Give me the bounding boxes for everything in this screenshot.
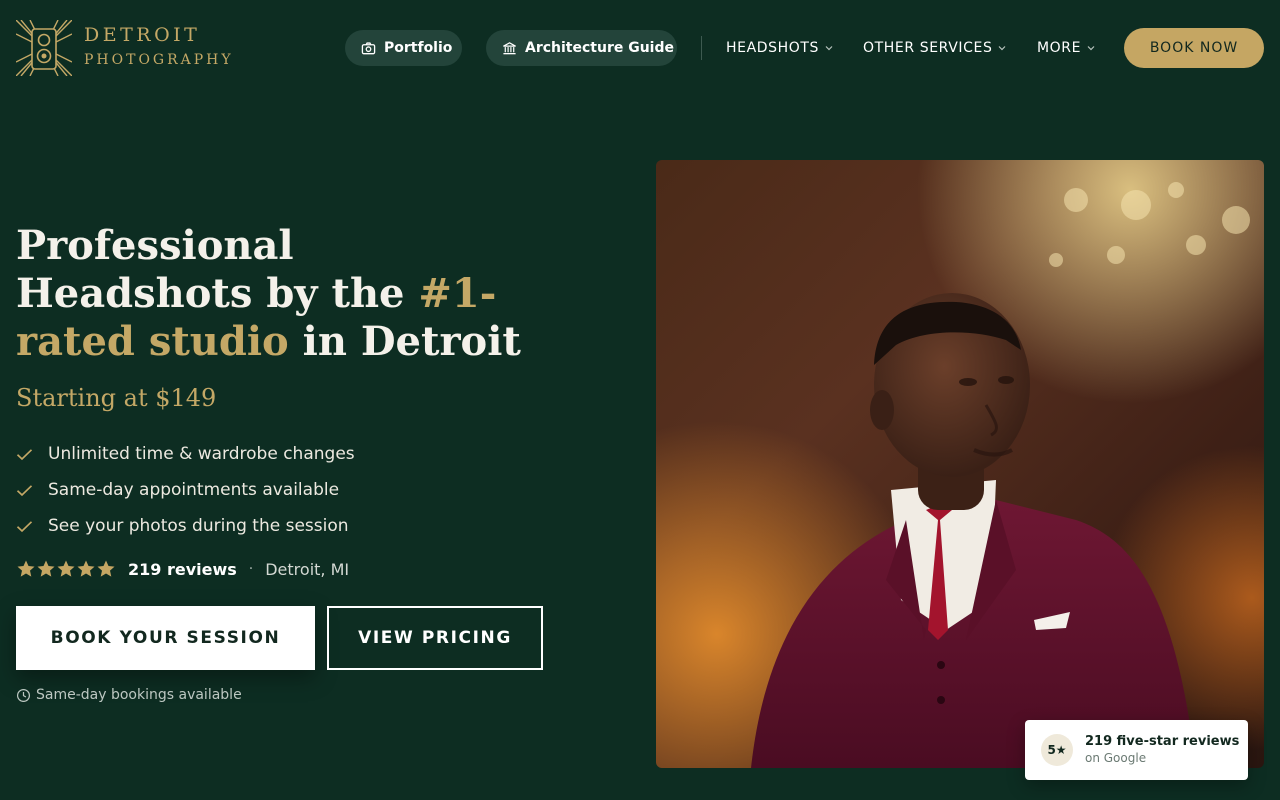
check-icon <box>16 484 33 496</box>
portrait-illustration <box>656 160 1264 768</box>
building-columns-icon <box>503 41 516 54</box>
same-day-note-text: Same-day bookings available <box>36 687 242 703</box>
feature-item: Same-day appointments available <box>16 472 355 508</box>
star-icon <box>97 560 115 577</box>
portfolio-label: Portfolio <box>384 40 453 56</box>
rating-row: 219 reviews · Detroit, MI <box>16 558 349 580</box>
location-text: Detroit, MI <box>265 559 350 579</box>
check-icon <box>16 448 33 460</box>
book-session-button[interactable]: BOOK YOUR SESSION <box>16 606 315 670</box>
check-icon <box>16 520 33 532</box>
feature-text: Same-day appointments available <box>48 480 340 500</box>
brand-line1: DETROIT <box>84 24 201 46</box>
star-icon <box>17 560 35 577</box>
logo[interactable]: DETROIT PHOTOGRAPHY <box>16 20 234 76</box>
headline-part2: in Detroit <box>288 318 521 365</box>
same-day-note: Same-day bookings available <box>16 687 242 703</box>
architecture-guide-label: Architecture Guide <box>525 40 674 56</box>
hero-portrait-image <box>656 160 1264 768</box>
view-pricing-button[interactable]: VIEW PRICING <box>327 606 543 670</box>
nav-more-label: MORE <box>1037 40 1082 56</box>
feature-text: See your photos during the session <box>48 516 349 536</box>
book-now-button[interactable]: BOOK NOW <box>1124 28 1264 68</box>
chevron-down-icon <box>999 46 1006 51</box>
nav-more[interactable]: MORE <box>1037 38 1095 58</box>
review-card-text: 219 five-star reviews on Google <box>1085 733 1239 767</box>
starting-price: Starting at $149 <box>16 384 217 412</box>
camera-icon <box>361 41 376 54</box>
reviews-count[interactable]: 219 reviews <box>128 560 237 579</box>
star-icon <box>77 560 95 577</box>
camera-sunburst-icon <box>16 20 72 76</box>
feature-item: Unlimited time & wardrobe changes <box>16 436 355 472</box>
nav-other-services[interactable]: OTHER SERVICES <box>863 38 1006 58</box>
star-rating <box>16 559 116 579</box>
separator-dot: · <box>248 561 254 577</box>
site-header: DETROIT PHOTOGRAPHY Portfolio Architectu… <box>0 0 1280 96</box>
star-icon <box>57 560 75 577</box>
headline-part1: Professional Headshots by the <box>16 222 419 317</box>
chevron-down-icon <box>825 46 833 51</box>
nav-other-services-label: OTHER SERVICES <box>863 40 993 56</box>
review-card-title: 219 five-star reviews <box>1085 734 1240 749</box>
brand-line2: PHOTOGRAPHY <box>84 52 234 68</box>
feature-text: Unlimited time & wardrobe changes <box>48 444 355 464</box>
review-card-subtitle: on Google <box>1085 751 1147 765</box>
portfolio-button[interactable]: Portfolio <box>345 30 462 66</box>
google-review-card[interactable]: 5★ 219 five-star reviews on Google <box>1025 720 1248 780</box>
nav-headshots-label: HEADSHOTS <box>726 40 820 56</box>
brand-name: DETROIT PHOTOGRAPHY <box>84 23 234 73</box>
feature-item: See your photos during the session <box>16 508 355 544</box>
nav-divider <box>701 36 702 60</box>
hero-headline: Professional Headshots by the #1-rated s… <box>16 222 536 366</box>
architecture-guide-button[interactable]: Architecture Guide <box>486 30 677 66</box>
feature-list: Unlimited time & wardrobe changes Same-d… <box>16 436 355 544</box>
rating-badge: 5★ <box>1041 734 1073 766</box>
clock-icon <box>16 688 31 702</box>
chevron-down-icon <box>1087 46 1095 51</box>
nav-headshots[interactable]: HEADSHOTS <box>726 38 833 58</box>
star-icon <box>37 560 55 577</box>
